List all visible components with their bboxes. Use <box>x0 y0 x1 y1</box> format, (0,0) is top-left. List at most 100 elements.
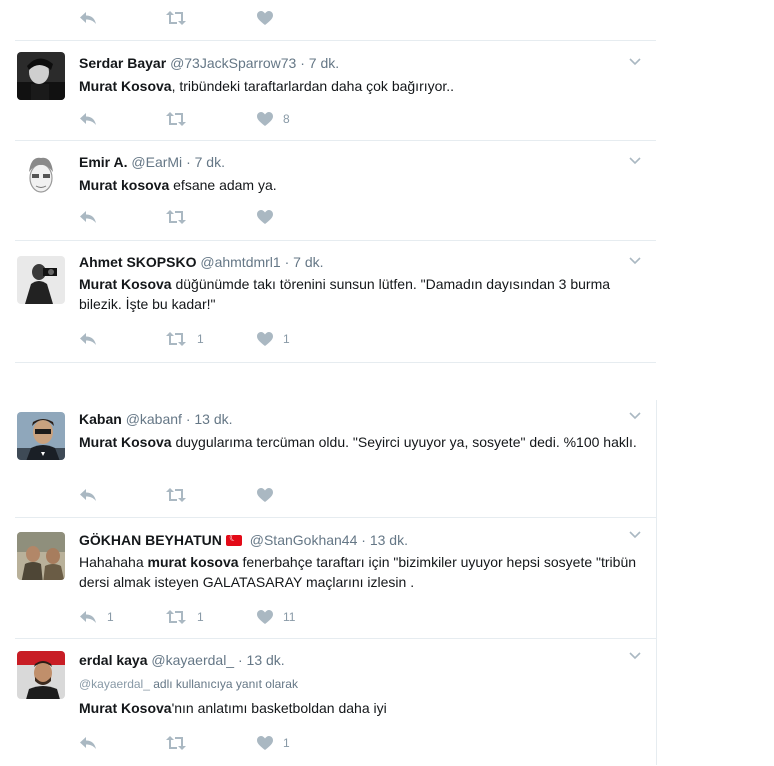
chevron-down-icon[interactable] <box>628 55 642 69</box>
username[interactable]: @StanGokhan44 <box>250 532 358 548</box>
timestamp[interactable]: · 7 dk. <box>300 55 339 71</box>
retweet-icon <box>165 610 187 624</box>
display-name[interactable]: erdal kaya <box>79 652 148 668</box>
reply-icon <box>79 332 97 346</box>
tweet-text: Hahahaha murat kosova fenerbahçe tarafta… <box>79 552 649 592</box>
avatar[interactable] <box>17 412 65 460</box>
tweet-actions: 1 1 <box>79 330 379 348</box>
chevron-down-icon[interactable] <box>628 254 642 268</box>
display-name[interactable]: Kaban <box>79 411 122 427</box>
timeline-panel: Serdar Bayar @73JackSparrow73 · 7 dk. Mu… <box>15 0 656 363</box>
like-count: 1 <box>283 332 290 346</box>
tweet-text: Murat Kosova duygularıma tercüman oldu. … <box>79 432 649 452</box>
like-button[interactable]: 1 <box>257 734 290 752</box>
username[interactable]: @kayaerdal_ <box>151 652 234 668</box>
display-name[interactable]: Serdar Bayar <box>79 55 166 71</box>
reply-button[interactable] <box>79 486 107 504</box>
tweet-text: Murat Kosova düğünümde takı törenini sun… <box>79 274 649 314</box>
reply-icon <box>79 610 97 624</box>
reply-to-handle[interactable]: @kayaerdal_ <box>79 677 150 691</box>
retweet-icon <box>165 11 187 25</box>
username[interactable]: @73JackSparrow73 <box>170 55 296 71</box>
chevron-down-icon[interactable] <box>628 154 642 168</box>
tweet[interactable]: GÖKHAN BEYHATUN @StanGokhan44 · 13 dk. H… <box>15 517 656 638</box>
reply-icon <box>79 210 97 224</box>
reply-button[interactable] <box>79 330 107 348</box>
display-name[interactable]: GÖKHAN BEYHATUN <box>79 532 222 548</box>
tweet-header: Ahmet SKOPSKO @ahmtdmrl1 · 7 dk. <box>79 253 324 271</box>
reply-icon <box>79 488 97 502</box>
tweet-text-rest: efsane adam ya. <box>169 177 277 193</box>
avatar[interactable] <box>17 532 65 580</box>
retweet-icon <box>165 210 187 224</box>
tweet-actions <box>79 208 379 226</box>
retweet-button[interactable] <box>165 9 197 27</box>
chevron-down-icon[interactable] <box>628 649 642 663</box>
tweet-header: Emir A. @EarMi · 7 dk. <box>79 153 225 171</box>
heart-icon <box>257 332 273 346</box>
timestamp[interactable]: · 13 dk. <box>361 532 408 548</box>
timeline-panel: Kaban @kabanf · 13 dk. Murat Kosova duyg… <box>15 400 657 765</box>
username[interactable]: @EarMi <box>131 154 182 170</box>
avatar[interactable] <box>17 651 65 699</box>
chevron-down-icon[interactable] <box>628 528 642 542</box>
mention-bold: Murat Kosova <box>79 434 172 450</box>
retweet-icon <box>165 332 187 346</box>
turkey-flag-icon <box>225 532 242 546</box>
timestamp[interactable]: · 7 dk. <box>285 254 324 270</box>
reply-button[interactable]: 1 <box>79 608 114 626</box>
like-button[interactable] <box>257 486 283 504</box>
tweet[interactable]: Serdar Bayar @73JackSparrow73 · 7 dk. Mu… <box>15 40 656 140</box>
mention-bold: Murat Kosova <box>79 78 172 94</box>
mention-bold: Murat Kosova <box>79 276 172 292</box>
retweet-button[interactable]: 1 <box>165 608 204 626</box>
tweet-text-rest: duygularıma tercüman oldu. "Seyirci uyuy… <box>171 434 637 450</box>
reply-button[interactable] <box>79 110 107 128</box>
chevron-down-icon[interactable] <box>628 409 642 423</box>
tweet-header: Serdar Bayar @73JackSparrow73 · 7 dk. <box>79 54 339 72</box>
display-name[interactable]: Ahmet SKOPSKO <box>79 254 196 270</box>
tweet-header: erdal kaya @kayaerdal_ · 13 dk. <box>79 651 285 669</box>
timestamp[interactable]: · 7 dk. <box>186 154 225 170</box>
avatar[interactable] <box>17 256 65 304</box>
reply-context: @kayaerdal_ adlı kullanıcıya yanıt olara… <box>79 677 298 691</box>
like-button[interactable]: 11 <box>257 608 295 626</box>
reply-button[interactable] <box>79 208 107 226</box>
reply-icon <box>79 112 97 126</box>
tweet[interactable]: erdal kaya @kayaerdal_ · 13 dk. @kayaerd… <box>15 638 656 766</box>
tweet[interactable]: Kaban @kabanf · 13 dk. Murat Kosova duyg… <box>15 400 656 517</box>
tweet[interactable]: Ahmet SKOPSKO @ahmtdmrl1 · 7 dk. Murat K… <box>15 240 656 362</box>
reply-button[interactable] <box>79 9 107 27</box>
reply-button[interactable] <box>79 734 107 752</box>
username[interactable]: @ahmtdmrl1 <box>200 254 280 270</box>
username[interactable]: @kabanf <box>126 411 182 427</box>
heart-icon <box>257 11 273 25</box>
like-button[interactable] <box>257 9 283 27</box>
like-button[interactable]: 1 <box>257 330 290 348</box>
like-button[interactable]: 8 <box>257 110 290 128</box>
retweet-count: 1 <box>197 332 204 346</box>
avatar[interactable] <box>17 52 65 100</box>
mention-bold: murat kosova <box>147 554 239 570</box>
tweet-actions: 8 <box>79 110 379 128</box>
retweet-button[interactable] <box>165 734 197 752</box>
like-button[interactable] <box>257 208 283 226</box>
avatar[interactable] <box>17 152 65 200</box>
reply-icon <box>79 11 97 25</box>
display-name[interactable]: Emir A. <box>79 154 128 170</box>
retweet-button[interactable] <box>165 110 197 128</box>
reply-count: 1 <box>107 610 114 624</box>
retweet-count: 1 <box>197 610 204 624</box>
retweet-button[interactable]: 1 <box>165 330 204 348</box>
tweet-header: GÖKHAN BEYHATUN @StanGokhan44 · 13 dk. <box>79 531 408 549</box>
retweet-button[interactable] <box>165 208 197 226</box>
tweet-text: Murat Kosova'nın anlatımı basketboldan d… <box>79 698 649 718</box>
timestamp[interactable]: · 13 dk. <box>238 652 285 668</box>
tweet-actions: 1 <box>79 734 379 752</box>
timestamp[interactable]: · 13 dk. <box>186 411 233 427</box>
mention-bold: Murat Kosova <box>79 700 172 716</box>
retweet-button[interactable] <box>165 486 197 504</box>
mention-bold: Murat kosova <box>79 177 170 193</box>
tweet[interactable]: Emir A. @EarMi · 7 dk. Murat kosova efsa… <box>15 140 656 240</box>
retweet-icon <box>165 488 187 502</box>
